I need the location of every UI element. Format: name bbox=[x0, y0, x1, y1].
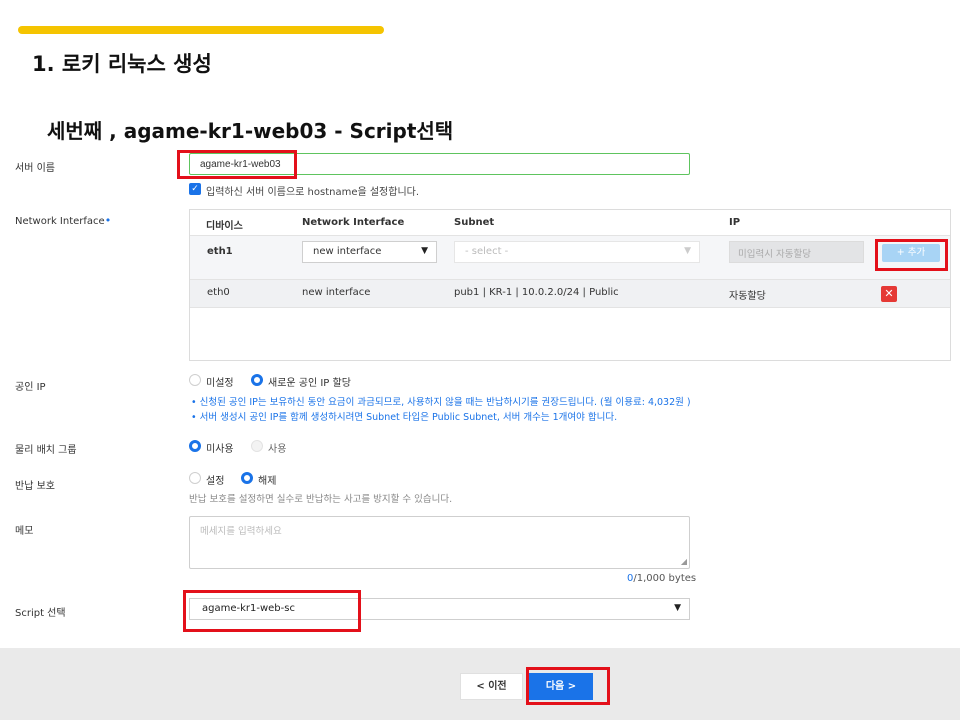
interface-select[interactable]: new interface ▼ bbox=[302, 241, 437, 263]
return-protection-on-radio[interactable] bbox=[189, 472, 201, 484]
caret-down-icon: ▼ bbox=[684, 246, 691, 256]
public-ip-label: 공인 IP bbox=[15, 382, 46, 393]
memo-placeholder: 메세지를 입력하세요 bbox=[200, 526, 282, 537]
memo-byte-counter: 0/1,000 bytes bbox=[627, 573, 696, 584]
memo-byte-limit: /1,000 bytes bbox=[633, 573, 697, 584]
hostname-checkbox-label: 입력하신 서버 이름으로 hostname을 설정합니다. bbox=[206, 187, 420, 198]
interface-select-value: new interface bbox=[313, 246, 382, 257]
table-header: 디바이스 Network Interface Subnet IP bbox=[190, 210, 950, 236]
new-row-device: eth1 bbox=[207, 246, 233, 257]
placement-unused-label: 미사용 bbox=[206, 444, 234, 455]
column-header-subnet: Subnet bbox=[454, 217, 495, 228]
script-select[interactable]: agame-kr1-web-sc ▼ bbox=[189, 598, 690, 620]
subnet-select-placeholder: - select - bbox=[465, 246, 509, 257]
script-select-value: agame-kr1-web-sc bbox=[202, 603, 295, 614]
column-header-ip: IP bbox=[729, 217, 741, 228]
memo-textarea[interactable]: 메세지를 입력하세요 ◢ bbox=[189, 516, 690, 569]
column-header-interface: Network Interface bbox=[302, 217, 405, 228]
table-row: eth0 new interface pub1 | KR-1 | 10.0.2.… bbox=[190, 280, 950, 308]
server-name-input[interactable] bbox=[189, 153, 690, 175]
return-protection-label: 반납 보호 bbox=[15, 481, 55, 492]
previous-button[interactable]: < 이전 bbox=[460, 673, 523, 700]
ip-input[interactable]: 미입력시 자동할당 bbox=[729, 241, 864, 263]
memo-label: 메모 bbox=[15, 526, 34, 537]
hostname-checkbox[interactable]: ✓ bbox=[189, 183, 201, 195]
return-protection-on-label: 설정 bbox=[206, 476, 225, 487]
script-label: Script 선택 bbox=[15, 608, 66, 619]
row-device: eth0 bbox=[207, 287, 230, 298]
public-ip-none-label: 미설정 bbox=[206, 378, 234, 389]
caret-down-icon: ▼ bbox=[674, 603, 681, 613]
return-protection-off-radio[interactable] bbox=[241, 472, 253, 484]
caret-down-icon: ▼ bbox=[421, 246, 428, 256]
subnet-select[interactable]: - select - ▼ bbox=[454, 241, 700, 263]
network-interface-label-text: Network Interface bbox=[15, 216, 105, 227]
return-protection-off-label: 해제 bbox=[258, 476, 277, 487]
public-ip-note: • 신청된 공인 IP는 보유하신 동안 요금이 과금되므로, 사용하지 않을 … bbox=[191, 397, 691, 408]
delete-interface-button[interactable]: ✕ bbox=[881, 286, 897, 302]
title-accent-bar bbox=[18, 26, 384, 34]
placement-used-radio[interactable] bbox=[251, 440, 263, 452]
next-button[interactable]: 다음 > bbox=[529, 673, 593, 700]
row-interface: new interface bbox=[302, 287, 371, 298]
public-ip-new-radio[interactable] bbox=[251, 374, 263, 386]
public-ip-new-label: 새로운 공인 IP 할당 bbox=[268, 378, 351, 389]
network-interface-label: Network Interface• bbox=[15, 214, 111, 227]
new-interface-row: eth1 new interface ▼ - select - ▼ 미입력시 자… bbox=[190, 236, 950, 280]
slide-subtitle: 세번째 , agame-kr1-web03 - Script선택 bbox=[47, 119, 454, 143]
return-protection-help: 반납 보호를 설정하면 실수로 반납하는 사고를 방지할 수 있습니다. bbox=[189, 494, 453, 505]
row-subnet: pub1 | KR-1 | 10.0.2.0/24 | Public bbox=[454, 287, 619, 298]
placement-group-label: 물리 배치 그룹 bbox=[15, 445, 77, 456]
slide-title: 1. 로키 리눅스 생성 bbox=[32, 52, 212, 76]
add-interface-button[interactable]: + 추가 bbox=[882, 244, 940, 262]
server-name-label: 서버 이름 bbox=[15, 163, 55, 174]
required-mark: • bbox=[104, 214, 112, 227]
placement-unused-radio[interactable] bbox=[189, 440, 201, 452]
column-header-device: 디바이스 bbox=[206, 221, 243, 232]
public-ip-none-radio[interactable] bbox=[189, 374, 201, 386]
row-ip: 자동할당 bbox=[729, 291, 766, 302]
ip-input-placeholder: 미입력시 자동할당 bbox=[738, 249, 811, 260]
placement-used-label: 사용 bbox=[268, 444, 287, 455]
resize-grip-icon[interactable]: ◢ bbox=[681, 557, 687, 566]
network-interface-table: 디바이스 Network Interface Subnet IP eth1 ne… bbox=[189, 209, 951, 361]
public-ip-note: • 서버 생성시 공인 IP를 함께 생성하시려면 Subnet 타입은 Pub… bbox=[191, 412, 618, 423]
